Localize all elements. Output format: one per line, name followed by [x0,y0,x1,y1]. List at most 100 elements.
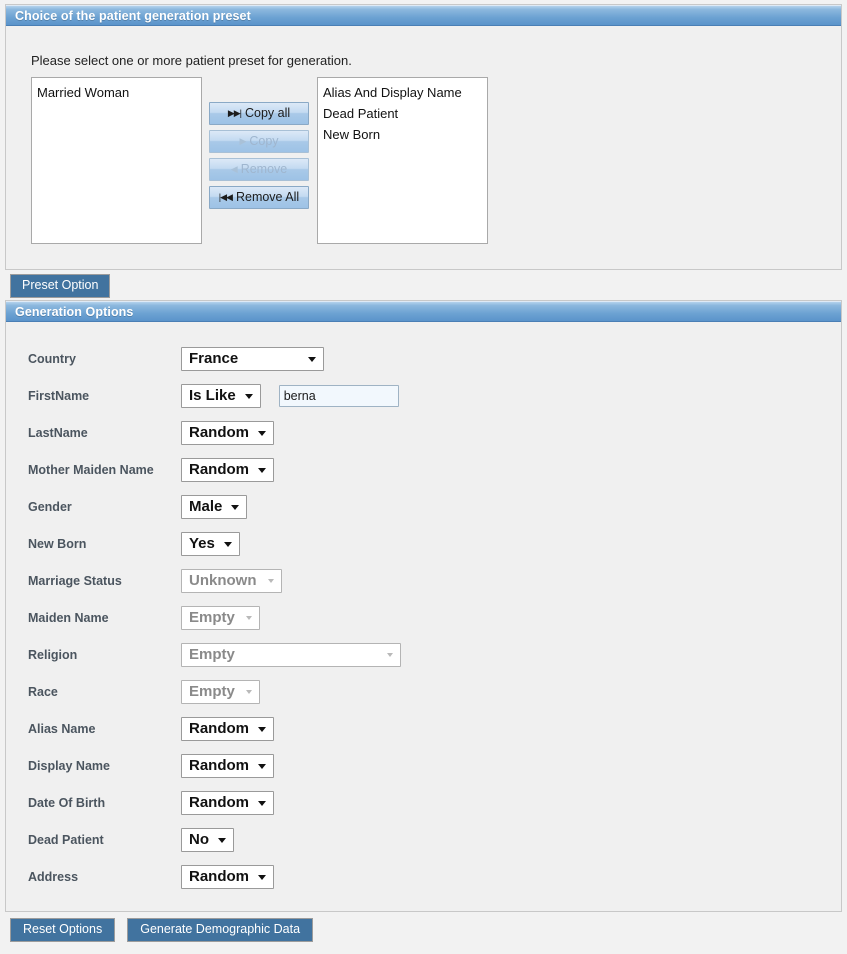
select-dead-patient[interactable]: No [181,827,234,852]
option-control-maiden-name: Empty [181,605,260,630]
transfer-button-label: Copy all [245,106,291,120]
select-value-maiden-name: Empty [189,609,235,626]
chevron-down-icon [244,393,253,399]
remove-all-button[interactable]: |◀◀ Remove All [209,186,309,209]
transfer-button-label: Remove All [235,190,300,204]
skip-forward-icon: ▶▶| [227,108,242,118]
firstname-text-input[interactable] [278,384,399,407]
chevron-down-icon [258,726,266,732]
select-display-name[interactable]: Random [181,753,274,778]
option-label-religion: Religion [28,647,78,662]
preset-panel-title: Choice of the patient generation preset [6,5,841,26]
chevron-down-icon [258,800,266,806]
preset-panel-body: Please select one or more patient preset… [6,26,841,269]
option-label-firstname: FirstName [28,388,90,403]
select-alias-name[interactable]: Random [181,716,274,741]
list-item[interactable]: Married Woman [32,82,201,103]
generate-demographic-data-button[interactable]: Generate Demographic Data [127,918,314,942]
select-mother-maiden-name[interactable]: Random [181,457,274,482]
transfer-button-label: Remove [240,162,288,176]
list-item[interactable]: Alias And Display Name [318,82,487,103]
option-row-gender: Gender Male [6,488,841,525]
option-control-religion: Empty [181,642,401,667]
chevron-down-icon [258,467,266,473]
select-value-religion: Empty [189,646,235,663]
select-firstname[interactable]: Is Like [181,383,261,408]
copy-all-button[interactable]: ▶▶| Copy all [209,102,309,125]
chevron-down-icon [223,541,232,547]
list-item[interactable]: New Born [318,124,487,145]
option-control-alias-name: Random [181,716,274,741]
chevron-down-icon [387,652,393,657]
option-control-lastname: Random [181,420,274,445]
option-control-country: France [181,346,324,371]
selected-presets-listbox[interactable]: Alias And Display Name Dead Patient New Bo… [317,77,488,244]
option-label-date-of-birth: Date Of Birth [28,795,106,810]
option-control-display-name: Random [181,753,274,778]
select-value-race: Empty [189,683,235,700]
option-row-mother-maiden-name: Mother Maiden Name Random [6,451,841,488]
option-label-lastname: LastName [28,425,88,440]
reset-options-button[interactable]: Reset Options [10,918,116,942]
select-value-country: France [189,350,239,367]
option-label-race: Race [28,684,58,699]
option-control-new-born: Yes [181,531,240,556]
option-row-religion: Religion Empty [6,636,841,673]
copy-button: ▶ Copy [209,130,309,153]
option-control-race: Empty [181,679,260,704]
select-value-date-of-birth: Random [189,794,249,811]
option-label-display-name: Display Name [28,758,110,773]
select-address[interactable]: Random [181,864,274,889]
option-label-gender: Gender [28,499,72,514]
preset-option-bar: Preset Option [10,274,847,298]
select-value-gender: Male [189,498,223,515]
option-row-alias-name: Alias Name Random [6,710,841,747]
transfer-button-label: Copy [249,134,279,148]
option-control-date-of-birth: Random [181,790,274,815]
select-new-born[interactable]: Yes [181,531,240,556]
option-row-firstname: FirstName Is Like [6,377,841,414]
option-label-alias-name: Alias Name [28,721,96,736]
option-row-address: Address Random [6,858,841,895]
select-value-alias-name: Random [189,720,249,737]
option-row-maiden-name: Maiden Name Empty [6,599,841,636]
generation-options-panel: Generation Options Country France FirstNam… [5,300,842,912]
option-row-new-born: New Born Yes [6,525,841,562]
option-control-mother-maiden-name: Random [181,457,274,482]
remove-button: ◀ Remove [209,158,309,181]
select-value-firstname: Is Like [189,387,236,404]
select-race: Empty [181,679,260,704]
option-row-race: Race Empty [6,673,841,710]
generation-options-body: Country France FirstName Is Like LastName Ran… [6,322,841,911]
preset-option-button[interactable]: Preset Option [10,274,111,298]
select-date-of-birth[interactable]: Random [181,790,274,815]
option-label-marriage-status: Marriage Status [28,573,122,588]
preset-selection-panel: Choice of the patient generation preset … [5,4,842,270]
select-religion: Empty [181,642,401,667]
select-value-new-born: Yes [189,535,215,552]
select-value-dead-patient: No [189,831,209,848]
option-control-marriage-status: Unknown [181,568,282,593]
select-value-display-name: Random [189,757,249,774]
chevron-down-icon [308,356,316,362]
select-lastname[interactable]: Random [181,420,274,445]
option-control-gender: Male [181,494,248,519]
select-gender[interactable]: Male [181,494,248,519]
chevron-down-icon [218,837,226,843]
option-label-address: Address [28,869,79,884]
select-country[interactable]: France [181,346,324,371]
option-row-dead-patient: Dead Patient No [6,821,841,858]
option-label-new-born: New Born [28,536,87,551]
select-maiden-name: Empty [181,605,260,630]
chevron-down-icon [245,689,252,694]
chevron-down-icon [258,874,266,880]
transfer-button-group: ▶▶| Copy all ▶ Copy ◀ Remove |◀◀ Remove All [209,102,309,214]
option-row-country: Country France [6,340,841,377]
play-left-icon: ◀ [230,164,238,174]
chevron-down-icon [258,763,266,769]
option-control-firstname: Is Like [181,383,399,408]
select-value-mother-maiden-name: Random [189,461,249,478]
available-presets-listbox[interactable]: Married Woman [31,77,202,244]
instruction-text: Please select one or more patient preset… [31,53,352,68]
list-item[interactable]: Dead Patient [318,103,487,124]
